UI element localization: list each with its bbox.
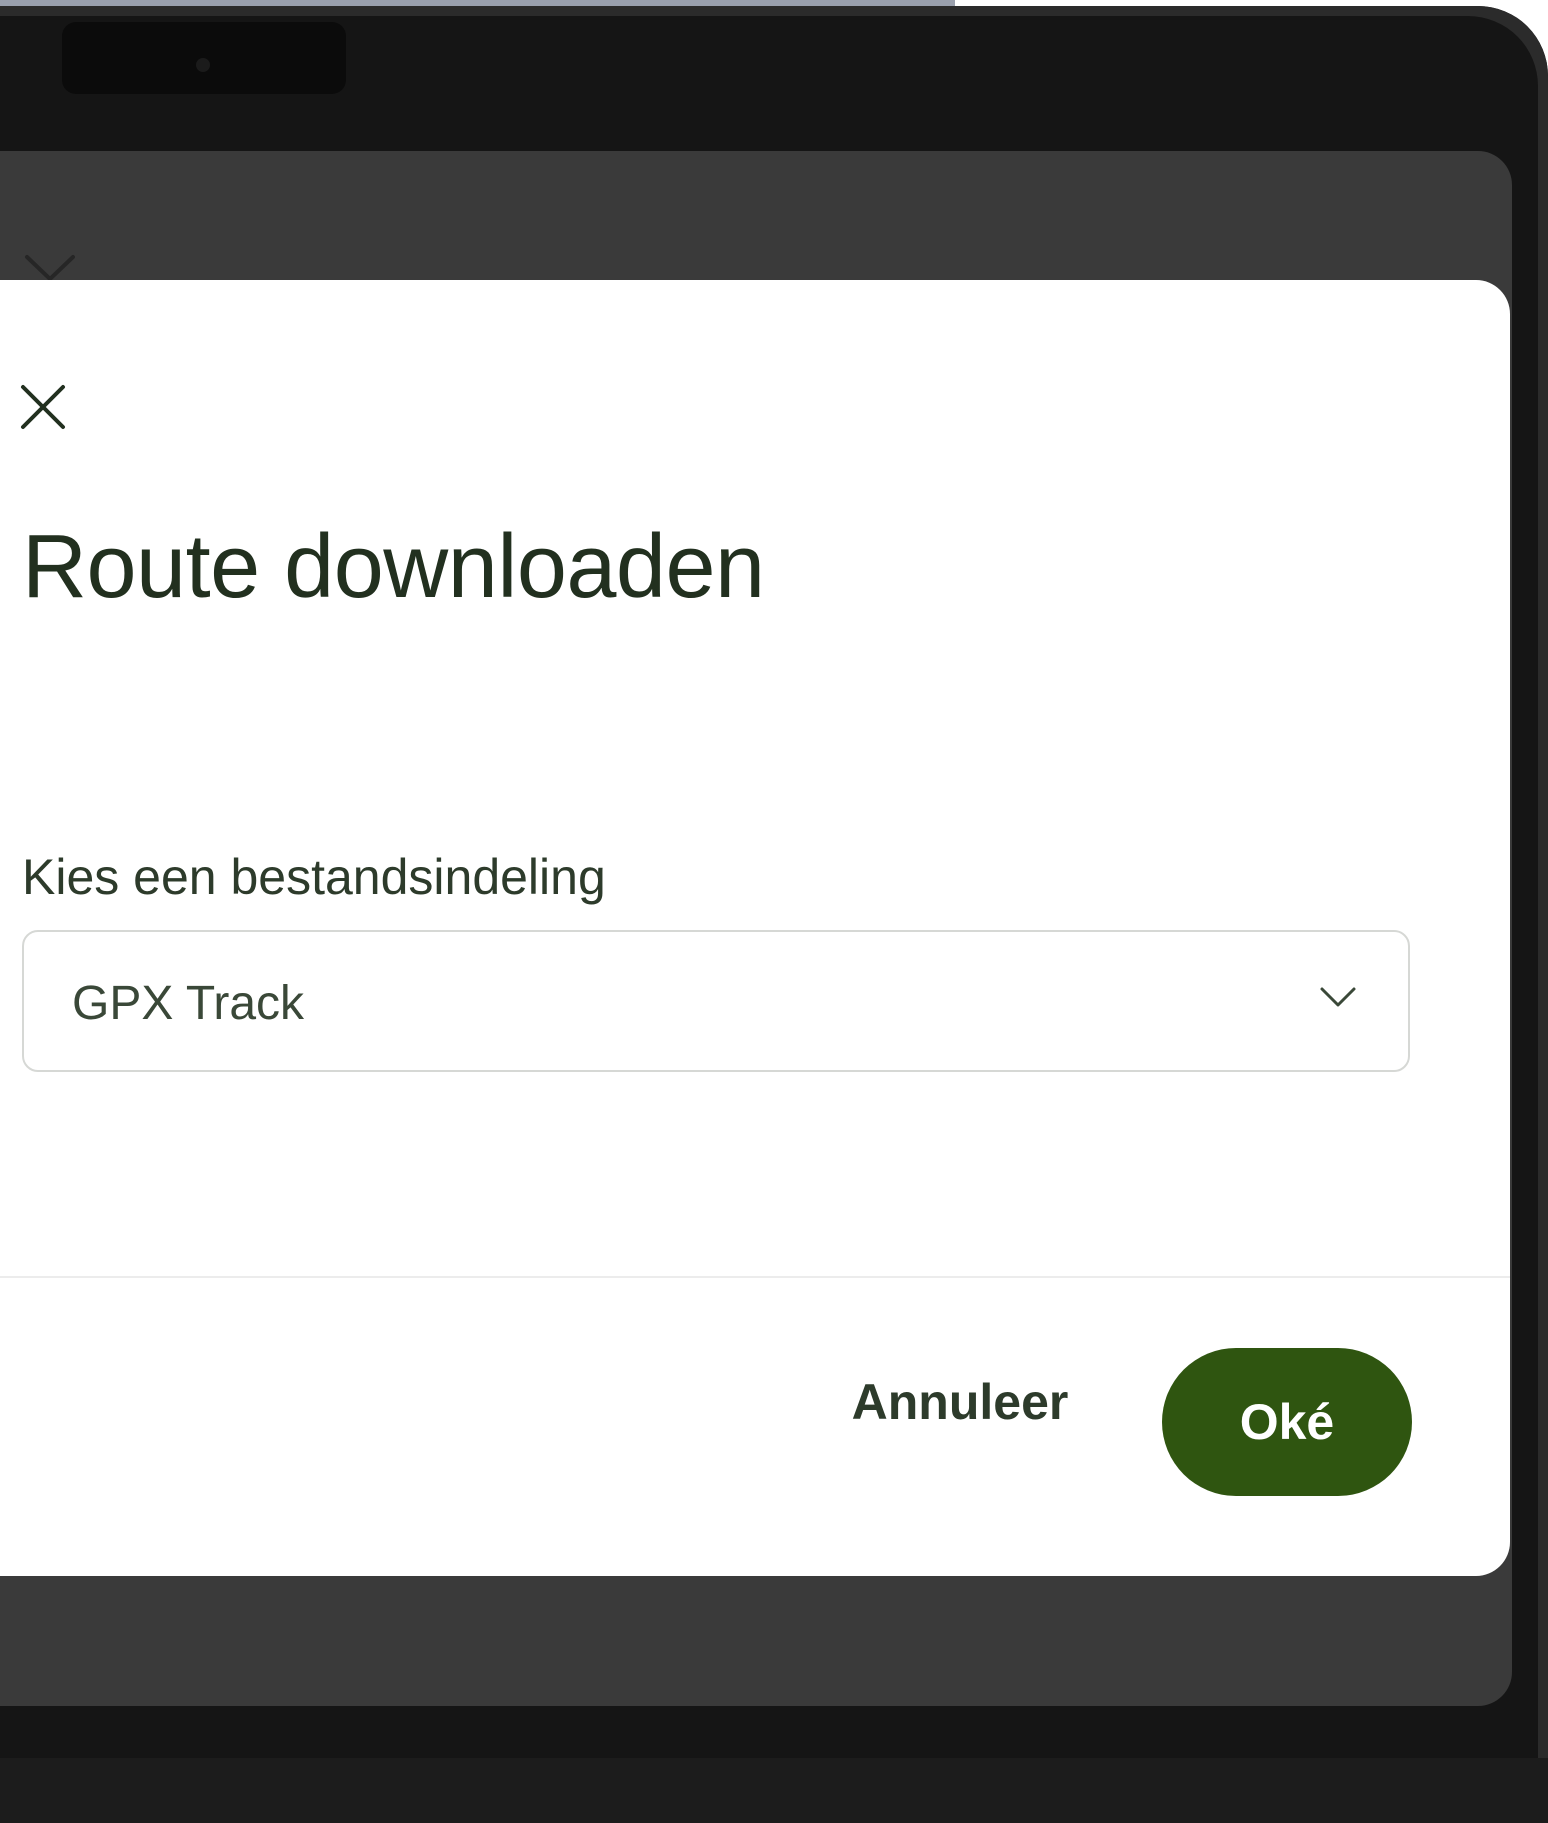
dialog-title: Route downloaden: [22, 517, 765, 617]
screenshot-stage: Route downloaden Kies een bestandsindeli…: [0, 0, 1548, 1823]
format-field-label: Kies een bestandsindeling: [22, 849, 606, 905]
cancel-button[interactable]: Annuleer: [840, 1358, 1080, 1446]
close-icon[interactable]: [18, 382, 68, 432]
file-format-select-value: GPX Track: [72, 977, 305, 1030]
chevron-down-icon: [25, 255, 75, 282]
ok-button[interactable]: Oké: [1162, 1348, 1412, 1496]
laptop-bottom-bezel: [0, 1758, 1548, 1823]
camera-icon: [196, 58, 210, 72]
chevron-down-icon: [1320, 987, 1356, 1007]
download-route-dialog: Route downloaden Kies een bestandsindeli…: [0, 280, 1510, 1576]
file-format-select[interactable]: GPX Track: [22, 930, 1410, 1072]
footer-divider: [0, 1276, 1510, 1278]
